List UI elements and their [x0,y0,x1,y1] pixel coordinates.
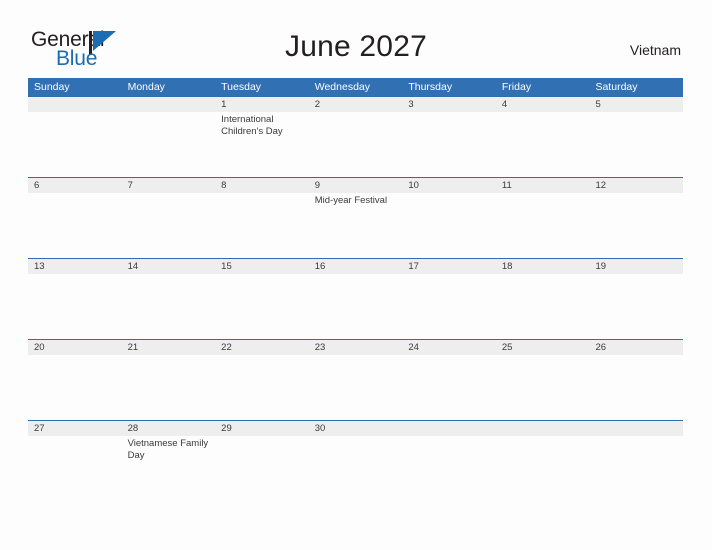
day-number: 7 [127,180,133,191]
weekday-saturday: Saturday [595,81,638,93]
day-number: 12 [595,180,607,191]
day-number: 9 [314,180,321,191]
calendar-page: General Blue June 2027 Vietnam Sunday Mo… [0,0,712,550]
day-cell[interactable]: 27 [28,421,122,500]
day-cell[interactable]: 7 [122,178,216,257]
day-cell[interactable]: 30 [309,421,403,500]
day-number: 16 [314,261,326,272]
calendar-grid: Sunday Monday Tuesday Wednesday Thursday… [28,78,683,501]
day-number: 20 [34,342,45,353]
day-cell[interactable]: 16 [309,259,403,338]
country-label: Vietnam [629,42,681,58]
day-cell[interactable]: 21 [122,340,216,419]
day-number: 5 [595,99,601,110]
weekday-wednesday: Wednesday [314,81,370,93]
day-cell[interactable] [496,421,590,500]
week-row: 20 21 22 23 24 25 26 [28,339,683,420]
day-number: 17 [408,261,419,272]
weekday-thursday: Thursday [408,81,453,93]
day-event: Vietnamese Family Day [127,438,209,461]
day-cell[interactable]: 25 [496,340,590,419]
day-cell[interactable]: 6 [28,178,122,257]
day-number: 27 [34,423,45,434]
day-cell[interactable]: 11 [496,178,590,257]
day-cell[interactable]: 10 [402,178,496,257]
day-number: 24 [408,342,419,353]
day-number: 19 [595,261,607,272]
day-cell[interactable]: 24 [402,340,496,419]
day-number: 22 [221,342,232,353]
day-cell[interactable]: 26 [589,340,683,419]
day-number: 25 [501,342,513,353]
day-number: 11 [501,180,512,191]
day-event: Mid-year Festival [314,195,388,206]
weekday-friday: Friday [501,81,532,93]
day-cell[interactable]: 22 [215,340,309,419]
week-row: 6 7 8 9 Mid-year Festival 10 11 12 [28,177,683,258]
day-cell[interactable]: 28 Vietnamese Family Day [122,421,216,500]
day-cell[interactable]: 13 [28,259,122,338]
day-cell[interactable]: 20 [28,340,122,419]
day-number: 21 [127,342,139,353]
day-number: 28 [127,423,139,434]
week-row: 13 14 15 16 17 18 19 [28,258,683,339]
day-number: 10 [408,180,419,191]
day-cell[interactable]: 18 [496,259,590,338]
day-cell[interactable]: 23 [309,340,403,419]
day-number: 26 [595,342,607,353]
page-header: General Blue June 2027 Vietnam [0,0,712,74]
week-row: 27 28 Vietnamese Family Day 29 30 [28,420,683,501]
day-number: 3 [408,99,414,110]
day-cell[interactable] [122,97,216,176]
day-number: 13 [34,261,45,272]
day-cell[interactable] [402,421,496,500]
day-cell[interactable]: 3 [402,97,496,176]
day-number: 30 [314,423,326,434]
week-row: 1 International Children's Day 2 3 4 5 [28,96,683,177]
weekday-monday: Monday [127,81,165,93]
day-cell[interactable]: 4 [496,97,590,176]
day-event: International Children's Day [221,114,283,137]
day-number: 15 [221,261,232,272]
day-cell[interactable]: 9 Mid-year Festival [309,178,403,257]
weekday-sunday: Sunday [34,81,70,93]
day-cell[interactable] [589,421,683,500]
day-cell[interactable]: 17 [402,259,496,338]
weekday-header-row: Sunday Monday Tuesday Wednesday Thursday… [28,78,683,96]
day-cell[interactable]: 15 [215,259,309,338]
day-number: 4 [501,99,508,110]
day-number: 14 [127,261,139,272]
day-number: 23 [314,342,326,353]
day-number: 6 [34,180,40,191]
page-title: June 2027 [285,30,427,63]
day-number: 1 [221,99,227,110]
day-cell[interactable]: 1 International Children's Day [215,97,309,176]
day-number: 29 [221,423,232,434]
day-cell[interactable]: 5 [589,97,683,176]
day-number: 8 [221,180,227,191]
day-cell[interactable]: 29 [215,421,309,500]
day-cell[interactable]: 12 [589,178,683,257]
day-cell[interactable]: 19 [589,259,683,338]
day-cell[interactable]: 8 [215,178,309,257]
day-cell[interactable]: 14 [122,259,216,338]
day-cell[interactable]: 2 [309,97,403,176]
day-number: 18 [501,261,513,272]
day-number: 2 [314,99,321,110]
day-cell[interactable] [28,97,122,176]
weekday-tuesday: Tuesday [221,81,262,93]
